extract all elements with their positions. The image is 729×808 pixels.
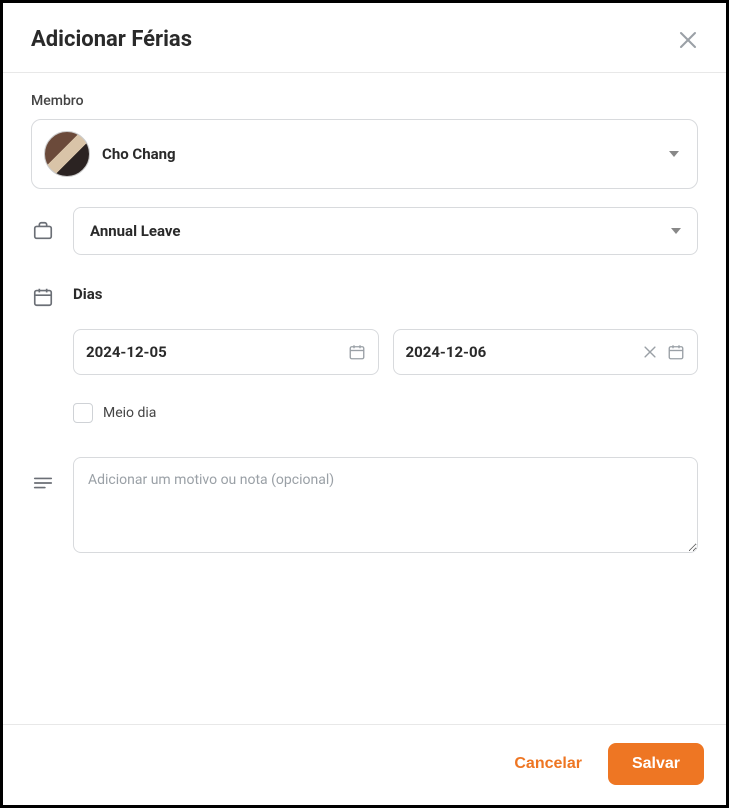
member-label: Membro — [31, 93, 698, 109]
start-date-value: 2024-12-05 — [86, 343, 167, 361]
text-icon — [31, 471, 55, 495]
close-button[interactable] — [678, 30, 698, 50]
chevron-down-icon — [669, 151, 679, 157]
close-icon — [678, 30, 698, 50]
days-label: Dias — [73, 285, 698, 303]
cancel-button[interactable]: Cancelar — [506, 745, 590, 783]
half-day-checkbox[interactable] — [73, 403, 93, 423]
calendar-icon — [348, 343, 366, 361]
briefcase-icon — [31, 219, 55, 243]
member-name: Cho Chang — [102, 145, 176, 163]
leave-type-value: Annual Leave — [90, 222, 181, 240]
calendar-icon — [667, 343, 685, 361]
end-date-value: 2024-12-06 — [406, 343, 487, 361]
clear-icon[interactable] — [643, 345, 657, 359]
member-select[interactable]: Cho Chang — [31, 119, 698, 189]
save-button[interactable]: Salvar — [608, 743, 704, 785]
chevron-down-icon — [671, 228, 681, 234]
end-date-input[interactable]: 2024-12-06 — [393, 329, 699, 375]
avatar — [44, 131, 90, 177]
start-date-input[interactable]: 2024-12-05 — [73, 329, 379, 375]
leave-type-select[interactable]: Annual Leave — [73, 207, 698, 255]
calendar-icon — [31, 285, 55, 309]
notes-textarea[interactable] — [73, 457, 698, 553]
half-day-label: Meio dia — [103, 405, 156, 421]
modal-title: Adicionar Férias — [31, 27, 192, 52]
